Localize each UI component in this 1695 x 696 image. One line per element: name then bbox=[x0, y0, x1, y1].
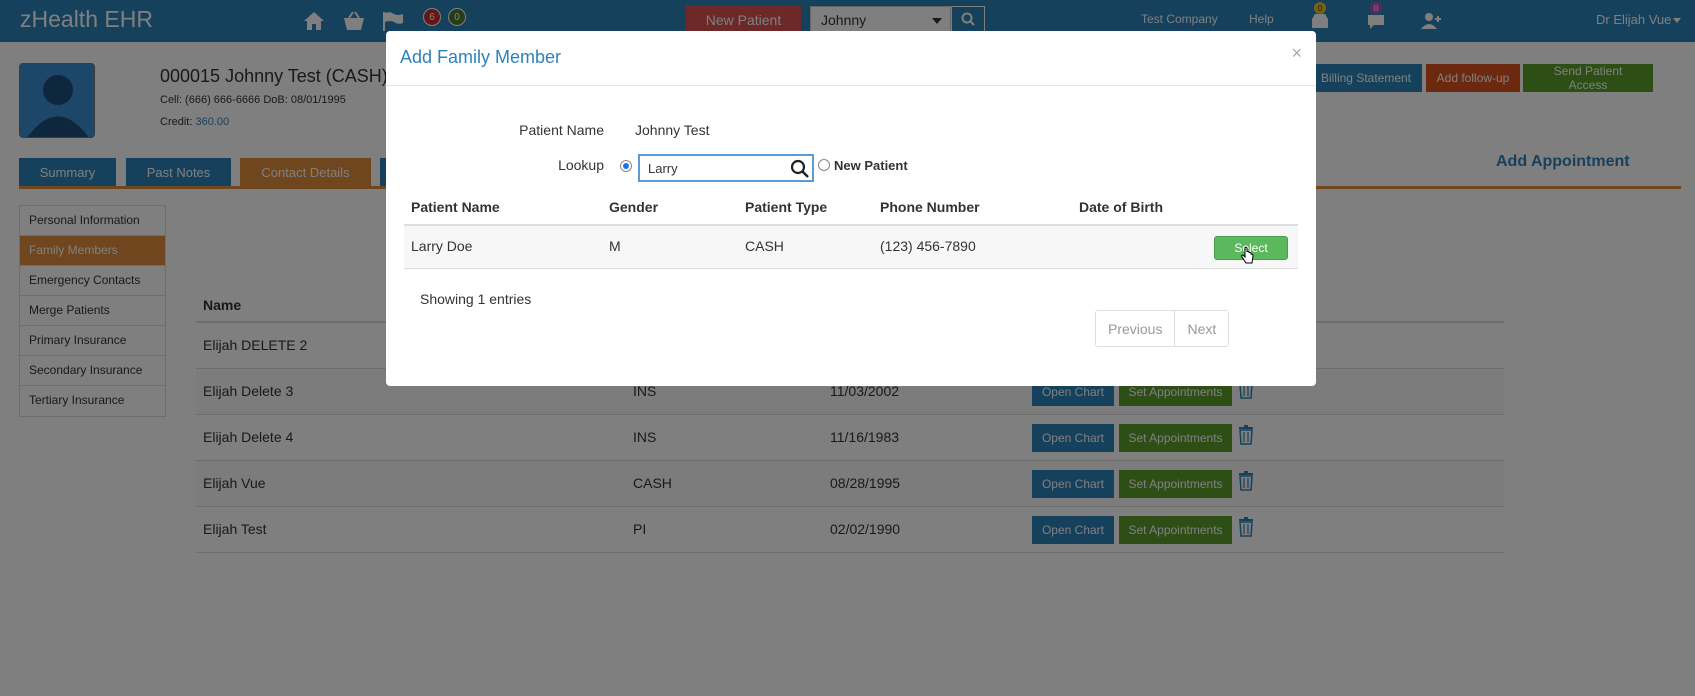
lookup-input[interactable] bbox=[638, 154, 814, 182]
new-patient-label: New Patient bbox=[834, 158, 908, 173]
modal-header: Add Family Member × bbox=[386, 31, 1316, 86]
hand-cursor-icon bbox=[1241, 247, 1254, 264]
result-name: Larry Doe bbox=[411, 238, 473, 254]
next-button[interactable]: Next bbox=[1174, 311, 1229, 346]
table-header: Patient Name Gender Patient Type Phone N… bbox=[404, 186, 1298, 226]
column-patient-name: Patient Name bbox=[411, 199, 500, 215]
modal-title: Add Family Member bbox=[400, 47, 562, 67]
close-icon[interactable]: × bbox=[1291, 43, 1302, 64]
column-phone-number: Phone Number bbox=[880, 199, 980, 215]
column-patient-type: Patient Type bbox=[745, 199, 828, 215]
patient-name-label: Patient Name bbox=[519, 122, 604, 138]
patient-name-value: Johnny Test bbox=[635, 122, 710, 138]
result-gender: M bbox=[609, 238, 621, 254]
column-date-of-birth: Date of Birth bbox=[1079, 199, 1163, 215]
result-phone: (123) 456-7890 bbox=[880, 238, 976, 254]
lookup-results-table: Patient Name Gender Patient Type Phone N… bbox=[404, 186, 1298, 269]
table-row: Larry Doe M CASH (123) 456-7890 Select bbox=[404, 226, 1298, 269]
new-patient-radio[interactable] bbox=[818, 159, 830, 171]
previous-button[interactable]: Previous bbox=[1096, 311, 1175, 346]
showing-entries: Showing 1 entries bbox=[420, 291, 532, 307]
search-icon[interactable] bbox=[790, 159, 810, 179]
result-type: CASH bbox=[745, 238, 784, 254]
lookup-label: Lookup bbox=[558, 157, 604, 173]
column-gender: Gender bbox=[609, 199, 659, 215]
pagination: Previous Next bbox=[1095, 310, 1230, 347]
lookup-radio[interactable] bbox=[620, 160, 632, 172]
add-family-member-modal: Add Family Member × Patient Name Johnny … bbox=[386, 31, 1316, 386]
